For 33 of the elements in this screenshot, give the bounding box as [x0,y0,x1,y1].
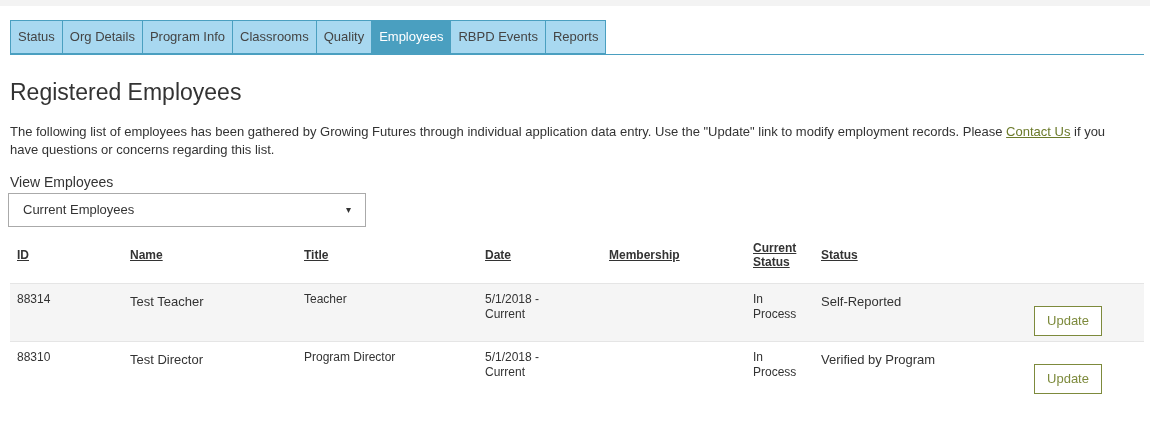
table-cell-text: 88314 [17,291,52,307]
update-button[interactable]: Update [1034,305,1102,336]
column-header[interactable]: Name [130,247,304,262]
tab[interactable]: Classrooms [232,20,317,54]
tab[interactable]: Quality [315,20,373,54]
column-header[interactable]: Date [485,247,609,262]
tab[interactable]: Org Details [61,20,143,54]
table-cell-text: 5/1/2018 - Current [485,291,541,322]
column-header[interactable]: Membership [609,247,753,262]
column-header[interactable]: Status [821,247,1034,262]
table-cell-text: 5/1/2018 - Current [485,349,541,380]
table-cell-text: Verified by Program [821,350,937,367]
table-cell-text: Teacher [304,291,348,307]
column-header[interactable]: ID [17,247,130,262]
tab[interactable]: RBPD Events [450,20,546,54]
page-heading: Registered Employees [10,78,243,107]
table-cell-text: In Process [753,291,798,322]
filter-label: View Employees [10,172,115,192]
table-cell-text: Program Director [304,349,397,365]
tab[interactable]: Program Info [141,20,234,54]
tab[interactable]: Reports [544,20,607,54]
table-cell-text: Self-Reported [821,292,903,309]
employees-dropdown[interactable]: Current Employees ▾ [8,192,366,227]
intro-paragraph: The following list of employees has been gathered by Growing Futures through individual application data entry. Use the "Update" link to modify employment records. Please Contact Us if you have questions or concerns regarding this list. [10,122,1107,159]
table-cell-text: Test Teacher [130,292,205,309]
contact-link[interactable]: Contact Us [1006,123,1071,139]
table-cell-text: In Process [753,349,798,380]
update-button[interactable]: Update [1034,363,1102,394]
tab[interactable]: Status [10,20,63,54]
table-cell-text: 88310 [17,349,52,365]
column-header[interactable]: Current Status [753,240,798,269]
column-header[interactable]: Title [304,247,485,262]
table-cell-text: Test Director [130,350,204,367]
